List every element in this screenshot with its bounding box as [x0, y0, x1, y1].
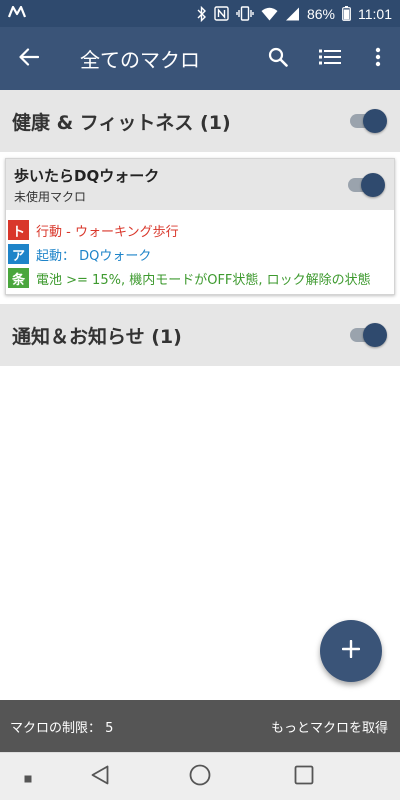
trigger-badge: ト	[8, 220, 29, 240]
macro-list[interactable]: 健康 & フィットネス (1) 歩いたらDQウォーク 未使用マクロ ト 行動 -…	[0, 90, 400, 700]
home-circle-icon	[189, 764, 211, 790]
nav-back-button[interactable]	[80, 753, 120, 800]
recents-dot-icon	[24, 768, 32, 787]
category-toggle[interactable]	[348, 321, 388, 349]
plus-icon	[341, 639, 361, 662]
app-bar: 全てのマクロ	[0, 27, 400, 90]
get-more-macros-link[interactable]: もっとマクロを取得	[271, 717, 388, 736]
constraint-badge: 条	[8, 268, 29, 288]
search-button[interactable]	[252, 27, 304, 90]
macro-card[interactable]: 歩いたらDQウォーク 未使用マクロ ト 行動 - ウォーキング歩行 ア 起動： …	[5, 158, 395, 295]
action-badge: ア	[8, 244, 29, 264]
constraint-row: 条 電池 >= 15%, 機内モードがOFF状態, ロック解除の状態	[8, 266, 394, 290]
battery-percent: 86%	[306, 5, 335, 22]
more-vert-icon	[375, 47, 381, 71]
macro-limit-text: マクロの制限： 5	[10, 720, 114, 736]
list-icon	[319, 49, 341, 69]
trigger-text: 行動 - ウォーキング歩行	[36, 224, 179, 240]
m-logo-icon	[7, 5, 27, 22]
category-health-fitness[interactable]: 健康 & フィットネス (1)	[0, 90, 400, 152]
nav-overview-button[interactable]	[284, 753, 324, 800]
macro-toggle[interactable]	[346, 171, 386, 199]
nfc-icon	[214, 6, 229, 21]
nav-home-button[interactable]	[180, 753, 220, 800]
more-options-button[interactable]	[356, 27, 400, 90]
clock: 11:01	[358, 5, 392, 22]
add-macro-button[interactable]	[320, 620, 382, 682]
list-view-button[interactable]	[304, 27, 356, 90]
back-triangle-icon	[91, 765, 109, 789]
bluetooth-icon	[197, 5, 207, 22]
macro-name: 歩いたらDQウォーク	[14, 166, 160, 185]
wifi-icon	[261, 7, 278, 21]
category-title: 健康 & フィットネス (1)	[12, 111, 231, 134]
category-notifications[interactable]: 通知＆お知らせ (1)	[0, 304, 400, 366]
action-text: 起動： DQウォーク	[36, 248, 152, 264]
category-toggle[interactable]	[348, 107, 388, 135]
status-bar: 86% 11:01	[0, 0, 400, 27]
macro-header[interactable]: 歩いたらDQウォーク 未使用マクロ	[6, 159, 394, 210]
search-icon	[268, 47, 288, 71]
page-title: 全てのマクロ	[80, 48, 200, 72]
category-title: 通知＆お知らせ (1)	[12, 325, 182, 348]
macro-limit-bar: マクロの制限： 5 もっとマクロを取得	[0, 700, 400, 752]
action-row: ア 起動： DQウォーク	[8, 242, 394, 266]
signal-icon	[285, 7, 300, 21]
constraint-text: 電池 >= 15%, 機内モードがOFF状態, ロック解除の状態	[36, 272, 371, 288]
back-arrow-icon	[19, 47, 40, 70]
trigger-row: ト 行動 - ウォーキング歩行	[8, 218, 394, 242]
vibrate-icon	[236, 6, 254, 21]
macro-subtitle: 未使用マクロ	[14, 189, 87, 204]
navigation-bar	[0, 752, 400, 800]
overview-square-icon	[294, 765, 314, 789]
battery-icon	[342, 6, 351, 21]
back-button[interactable]	[0, 27, 58, 90]
nav-recents-dot[interactable]	[16, 753, 40, 800]
